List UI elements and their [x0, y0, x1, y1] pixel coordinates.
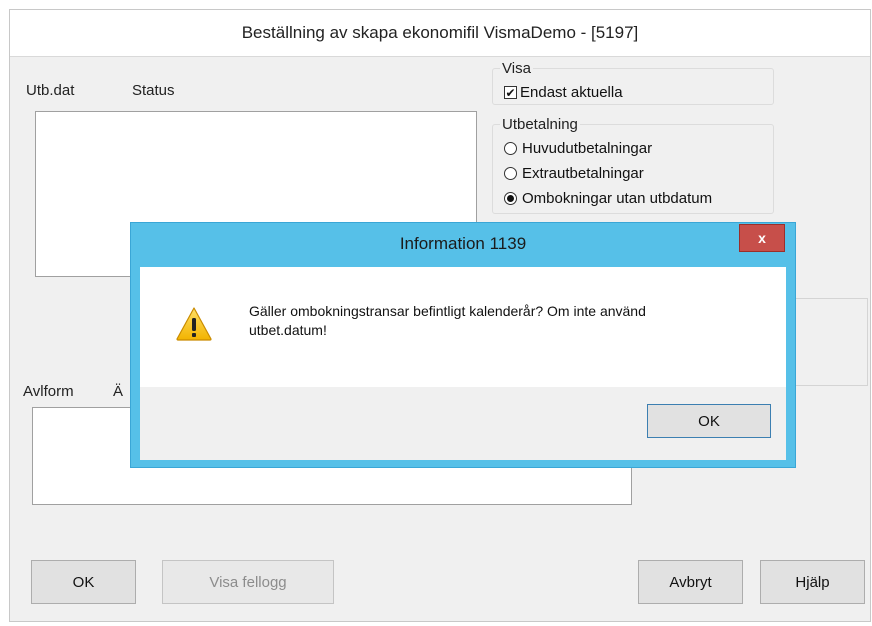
radio-extrautbetalningar[interactable]: Extrautbetalningar	[504, 165, 644, 182]
column-header-status: Status	[132, 82, 175, 99]
dialog-title: Information 1139	[399, 234, 527, 253]
column-header-utbdat: Utb.dat	[26, 82, 75, 99]
dialog-message: Gäller ombokningstransar befintligt kale…	[249, 302, 749, 340]
column-header-avlform: Avlform	[23, 383, 74, 400]
dialog-footer: OK	[140, 387, 786, 460]
dialog-body: Gäller ombokningstransar befintligt kale…	[140, 267, 786, 387]
radio-ombokningar-utan-utbdatum[interactable]: Ombokningar utan utbdatum	[504, 190, 712, 207]
radio-label: Huvudutbetalningar	[522, 140, 653, 157]
close-button[interactable]: x	[739, 224, 785, 252]
avbryt-button[interactable]: Avbryt	[638, 560, 743, 604]
radio-label: Ombokningar utan utbdatum	[522, 190, 713, 207]
radio-label: Extrautbetalningar	[522, 165, 644, 182]
radio-unselected-icon	[504, 167, 517, 180]
information-dialog: Information 1139 x Gäller ombokningstran…	[130, 222, 796, 468]
dialog-message-line-1: Gäller ombokningstransar befintligt kale…	[249, 303, 646, 319]
utbetalning-group-label: Utbetalning	[500, 116, 580, 133]
window-title: Beställning av skapa ekonomifil VismaDem…	[10, 10, 870, 57]
endast-aktuella-checkbox[interactable]: ✔ Endast aktuella	[504, 84, 623, 101]
radio-selected-icon	[504, 192, 517, 205]
visa-group-label: Visa	[500, 60, 533, 77]
dialog-message-line-2: utbet.datum!	[249, 322, 327, 338]
hjalp-button[interactable]: Hjälp	[760, 560, 865, 604]
visa-fellogg-button[interactable]: Visa fellogg	[162, 560, 334, 604]
column-header-partial: Ä	[113, 383, 124, 400]
ok-button[interactable]: OK	[31, 560, 136, 604]
close-icon: x	[758, 230, 766, 246]
endast-aktuella-label: Endast aktuella	[520, 84, 623, 101]
warning-icon	[176, 307, 212, 341]
radio-unselected-icon	[504, 142, 517, 155]
radio-huvudutbetalningar[interactable]: Huvudutbetalningar	[504, 140, 652, 157]
checkbox-checked-icon: ✔	[504, 85, 517, 100]
dialog-ok-button[interactable]: OK	[647, 404, 771, 438]
